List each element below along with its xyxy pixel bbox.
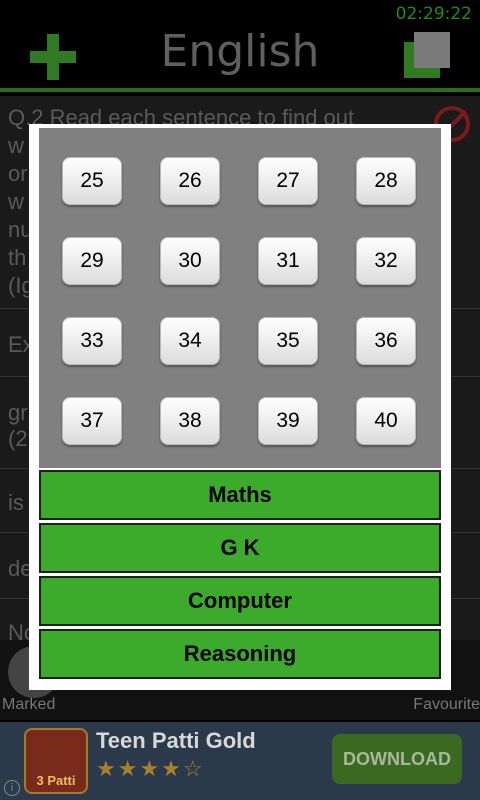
- subject-button-maths[interactable]: Maths: [39, 470, 441, 520]
- ad-title: Teen Patti Gold: [96, 728, 256, 753]
- subject-button-gk[interactable]: G K: [39, 523, 441, 573]
- option-fragment[interactable]: (2: [8, 426, 28, 452]
- question-number-button[interactable]: 26: [160, 157, 220, 205]
- copy-icon[interactable]: [404, 32, 452, 80]
- question-number-button[interactable]: 30: [160, 237, 220, 285]
- question-number-button[interactable]: 29: [62, 237, 122, 285]
- question-number-button[interactable]: 38: [160, 397, 220, 445]
- marked-label[interactable]: Marked: [2, 696, 55, 714]
- option-fragment[interactable]: is: [8, 490, 24, 516]
- question-number-button[interactable]: 33: [62, 317, 122, 365]
- info-icon[interactable]: i: [4, 780, 20, 796]
- question-number-grid: 25 26 27 28 29 30 31 32 33 34 35 36 37 3…: [39, 128, 441, 468]
- question-number-button[interactable]: 27: [258, 157, 318, 205]
- app-bar: English: [0, 20, 480, 92]
- favourite-label[interactable]: Favourite: [413, 696, 480, 714]
- subject-button-computer[interactable]: Computer: [39, 576, 441, 626]
- question-number-button[interactable]: 31: [258, 237, 318, 285]
- question-number-button[interactable]: 40: [356, 397, 416, 445]
- ad-banner[interactable]: 3 Patti Teen Patti Gold ★★★★☆ DOWNLOAD i: [0, 722, 480, 800]
- question-number-button[interactable]: 39: [258, 397, 318, 445]
- ad-logo: 3 Patti: [24, 728, 88, 794]
- ad-rating-stars: ★★★★☆: [96, 756, 205, 781]
- option-fragment[interactable]: gr: [8, 400, 28, 426]
- question-number-button[interactable]: 34: [160, 317, 220, 365]
- ad-download-button[interactable]: DOWNLOAD: [332, 734, 462, 784]
- question-number-button[interactable]: 35: [258, 317, 318, 365]
- question-number-button[interactable]: 32: [356, 237, 416, 285]
- question-number-button[interactable]: 37: [62, 397, 122, 445]
- subject-button-reasoning[interactable]: Reasoning: [39, 629, 441, 679]
- question-number-button[interactable]: 25: [62, 157, 122, 205]
- question-jump-dialog: 25 26 27 28 29 30 31 32 33 34 35 36 37 3…: [29, 124, 451, 690]
- question-number-button[interactable]: 28: [356, 157, 416, 205]
- question-number-button[interactable]: 36: [356, 317, 416, 365]
